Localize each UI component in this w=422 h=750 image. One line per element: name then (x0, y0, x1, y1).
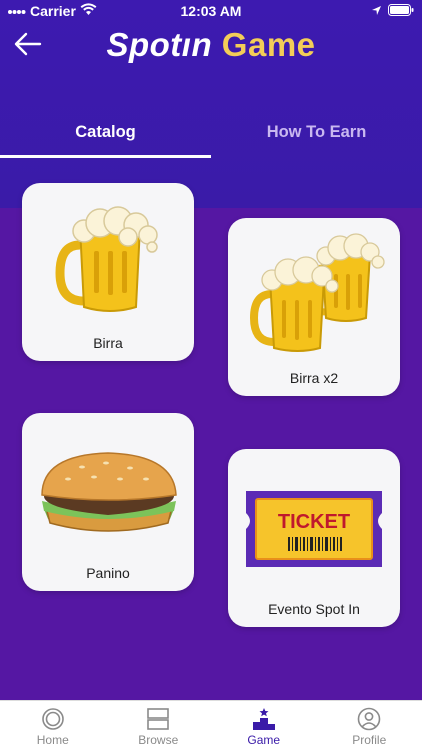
status-bar: Carrier 12:03 AM (0, 0, 422, 22)
bottom-nav: Home Browse Game Profile (0, 700, 422, 750)
tab-bar: Catalog How To Earn (0, 110, 422, 160)
battery-icon (388, 3, 414, 19)
browse-icon (147, 708, 170, 730)
app-title-accent: Game (221, 26, 316, 63)
nav-item-label: Browse (138, 733, 179, 747)
catalog-item-birra[interactable]: Birra (22, 183, 194, 361)
catalog-item-panino[interactable]: Panino (22, 413, 194, 591)
catalog-item-label: Panino (86, 565, 130, 581)
tab-how-to-earn[interactable]: How To Earn (211, 110, 422, 158)
app-title: Spotın Game (0, 26, 422, 64)
beer-mug-icon (55, 206, 158, 312)
nav-item-profile[interactable]: Profile (317, 701, 422, 750)
nav-item-home[interactable]: Home (0, 701, 106, 750)
nav-item-label: Game (247, 733, 281, 747)
catalog-item-birra-x2[interactable]: Birra x2 (228, 218, 400, 396)
nav-item-label: Home (36, 733, 69, 747)
status-time: 12:03 AM (180, 3, 242, 19)
ticket-icon: TICKET (246, 491, 382, 567)
burger-icon (41, 452, 177, 532)
nav-item-browse[interactable]: Browse (106, 701, 212, 750)
ticket-text: TICKET (278, 511, 350, 533)
catalog-item-evento-spot-in[interactable]: TICKET Evento Spot In (228, 449, 400, 627)
catalog-item-label: Birra x2 (289, 370, 339, 386)
app-title-brand: Spotın (106, 26, 213, 63)
home-circle-icon (41, 708, 64, 730)
catalog-grid: Birra Birra x2 Panino TICKET Evento Spot… (0, 183, 422, 700)
nav-item-game[interactable]: Game (211, 701, 317, 750)
tab-catalog[interactable]: Catalog (0, 110, 211, 158)
catalog-item-label: Evento Spot In (268, 601, 360, 617)
location-arrow-icon (371, 3, 382, 19)
catalog-item-label: Birra (93, 335, 123, 351)
nav-item-label: Profile (352, 733, 387, 747)
app-header: Carrier 12:03 AM Spotın Game Catalog How… (0, 0, 422, 208)
podium-icon (252, 708, 275, 730)
two-beer-mugs-icon (249, 233, 385, 352)
profile-icon (357, 707, 381, 731)
